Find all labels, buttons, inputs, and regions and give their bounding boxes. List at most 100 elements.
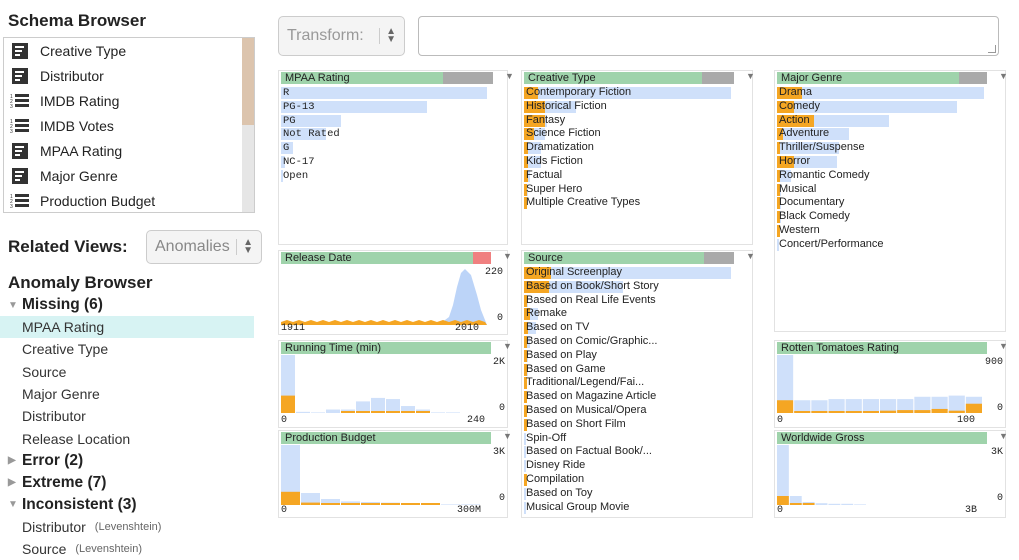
- anomaly-group[interactable]: ▼ Missing (6): [0, 294, 260, 316]
- panel-header[interactable]: Source: [524, 252, 734, 264]
- bar-row[interactable]: Based on Musical/Opera: [524, 404, 659, 418]
- bar-row[interactable]: Factual: [524, 169, 640, 183]
- bar-row[interactable]: Documentary: [777, 196, 884, 210]
- panel-menu-icon[interactable]: ▼: [503, 251, 512, 261]
- resize-handle-icon[interactable]: [988, 45, 996, 53]
- panel-gross[interactable]: Worldwide Gross ▼ 0 3B 3K 0: [774, 430, 1008, 518]
- panel-rotten[interactable]: Rotten Tomatoes Rating ▼ 0 100 900 0: [774, 340, 1008, 428]
- panel-header[interactable]: Worldwide Gross: [777, 432, 987, 444]
- triangle-right-icon[interactable]: ▶: [8, 477, 22, 488]
- schema-item[interactable]: Major Genre: [4, 163, 254, 188]
- bar-row[interactable]: G: [281, 141, 340, 155]
- histogram-bar[interactable]: [431, 412, 445, 413]
- histogram-bar[interactable]: [862, 399, 879, 413]
- bar-row[interactable]: Action: [777, 114, 889, 128]
- bar-row[interactable]: Based on Real Life Events: [524, 294, 659, 308]
- transform-select[interactable]: Transform: ▲ ▼: [278, 16, 405, 56]
- bar-row[interactable]: Black Comedy: [777, 210, 884, 224]
- panel-menu-icon[interactable]: ▼: [503, 341, 512, 351]
- schema-item[interactable]: Distributor: [4, 63, 254, 88]
- panel-menu-icon[interactable]: ▼: [999, 431, 1008, 441]
- bar-row[interactable]: Spin-Off: [524, 432, 659, 446]
- panel-menu-icon[interactable]: ▼: [503, 431, 512, 441]
- bar-row[interactable]: Multiple Creative Types: [524, 196, 640, 210]
- bar-row[interactable]: Open: [281, 169, 340, 183]
- schema-list[interactable]: Creative Type Distributor 1 2 3 IMDB Rating 1 2…: [3, 37, 255, 213]
- schema-item[interactable]: Creative Type: [4, 38, 254, 63]
- panel-source[interactable]: Source ▼ Original Screenplay Based on Book/…: [521, 250, 755, 518]
- bar-row[interactable]: Based on Book/Short Story: [524, 280, 659, 294]
- panel-header[interactable]: Creative Type: [524, 72, 734, 84]
- histogram-bar[interactable]: [815, 503, 828, 505]
- bar-row[interactable]: Traditional/Legend/Fai...: [524, 376, 659, 390]
- panel-header[interactable]: Rotten Tomatoes Rating: [777, 342, 987, 354]
- panel-header[interactable]: Major Genre: [777, 72, 987, 84]
- anomaly-group[interactable]: ▶ Extreme (7): [0, 472, 260, 494]
- bar-row[interactable]: Thriller/Suspense: [777, 141, 884, 155]
- histogram-bar[interactable]: [386, 399, 400, 413]
- histogram-bar[interactable]: [854, 504, 866, 505]
- bar-row[interactable]: Based on Comic/Graphic...: [524, 335, 659, 349]
- panel-header[interactable]: Production Budget: [281, 432, 491, 444]
- bar-row[interactable]: Super Hero: [524, 183, 640, 197]
- bar-row[interactable]: Compilation: [524, 473, 659, 487]
- bar-row[interactable]: Kids Fiction: [524, 155, 640, 169]
- histogram-bar[interactable]: [311, 412, 325, 413]
- bar-row[interactable]: Based on Play: [524, 349, 659, 363]
- panel-menu-icon[interactable]: ▼: [999, 71, 1008, 81]
- bar-row[interactable]: PG-13: [281, 100, 428, 114]
- bar-row[interactable]: Based on Magazine Article: [524, 390, 659, 404]
- bar-row[interactable]: Contemporary Fiction: [524, 86, 731, 100]
- bar-row[interactable]: Dramatization: [524, 141, 640, 155]
- bar-row[interactable]: Romantic Comedy: [777, 169, 884, 183]
- bar-row[interactable]: Musical: [777, 183, 884, 197]
- bar-row[interactable]: Based on Toy: [524, 487, 659, 501]
- triangle-down-icon[interactable]: ▼: [8, 300, 22, 311]
- histogram-bar[interactable]: [828, 399, 845, 413]
- bar-row[interactable]: PG: [281, 114, 341, 128]
- bar-row[interactable]: Based on Game: [524, 363, 659, 377]
- schema-item[interactable]: 1 2 3 Production Budget: [4, 188, 254, 212]
- bar-row[interactable]: Not Rated: [281, 127, 340, 141]
- bar-row[interactable]: R: [281, 86, 487, 100]
- bar-row[interactable]: Fantasy: [524, 114, 640, 128]
- histogram-bar[interactable]: [948, 395, 965, 413]
- schema-item[interactable]: 1 2 3 IMDB Rating: [4, 88, 254, 113]
- panel-header[interactable]: MPAA Rating: [281, 72, 493, 84]
- related-views-select[interactable]: Anomalies ▲ ▼: [146, 230, 262, 264]
- panel-menu-icon[interactable]: ▼: [505, 71, 514, 81]
- anomaly-item[interactable]: Distributor (Levenshtein): [0, 516, 260, 538]
- anomaly-item[interactable]: Major Genre: [0, 383, 260, 405]
- transform-input[interactable]: [418, 16, 999, 56]
- bar-row[interactable]: Comedy: [777, 100, 958, 114]
- panel-header[interactable]: Release Date: [281, 252, 491, 264]
- anomaly-group[interactable]: ▼ Inconsistent (3): [0, 494, 260, 516]
- schema-item[interactable]: MPAA Rating: [4, 138, 254, 163]
- panel-budget[interactable]: Production Budget ▼ 0 300M 3K 0: [278, 430, 512, 518]
- histogram-bar[interactable]: [296, 411, 310, 413]
- histogram-bar[interactable]: [841, 503, 854, 505]
- panel-running[interactable]: Running Time (min) ▼ 0 240 2K 0: [278, 340, 512, 428]
- schema-item[interactable]: 1 2 3 IMDB Votes: [4, 113, 254, 138]
- bar-row[interactable]: Concert/Performance: [777, 238, 884, 252]
- bar-row[interactable]: Disney Ride: [524, 459, 659, 473]
- bar-row[interactable]: Based on TV: [524, 321, 659, 335]
- histogram-bar[interactable]: [446, 412, 460, 413]
- scrollbar-thumb[interactable]: [242, 38, 254, 125]
- bar-row[interactable]: Original Screenplay: [524, 266, 731, 280]
- histogram-bar[interactable]: [326, 409, 340, 413]
- bar-row[interactable]: Science Fiction: [524, 127, 640, 141]
- triangle-down-icon[interactable]: ▼: [8, 499, 22, 510]
- bar-row[interactable]: Historical Fiction: [524, 100, 640, 114]
- anomaly-item[interactable]: Release Location: [0, 427, 260, 449]
- histogram-bar[interactable]: [828, 503, 841, 505]
- panel-mpaa[interactable]: MPAA Rating ▼ R PG-13 PG Not Rated G NC-17 Open: [278, 70, 514, 245]
- bar-row[interactable]: Horror: [777, 155, 884, 169]
- anomaly-item[interactable]: MPAA Rating: [0, 316, 254, 339]
- anomaly-item[interactable]: Creative Type: [0, 338, 260, 360]
- panel-menu-icon[interactable]: ▼: [746, 71, 755, 81]
- panel-genre[interactable]: Major Genre ▼ Drama Comedy Action Adventure Th…: [774, 70, 1008, 332]
- anomaly-item[interactable]: Source: [0, 361, 260, 383]
- bar-row[interactable]: NC-17: [281, 155, 340, 169]
- histogram-bar[interactable]: [371, 397, 385, 413]
